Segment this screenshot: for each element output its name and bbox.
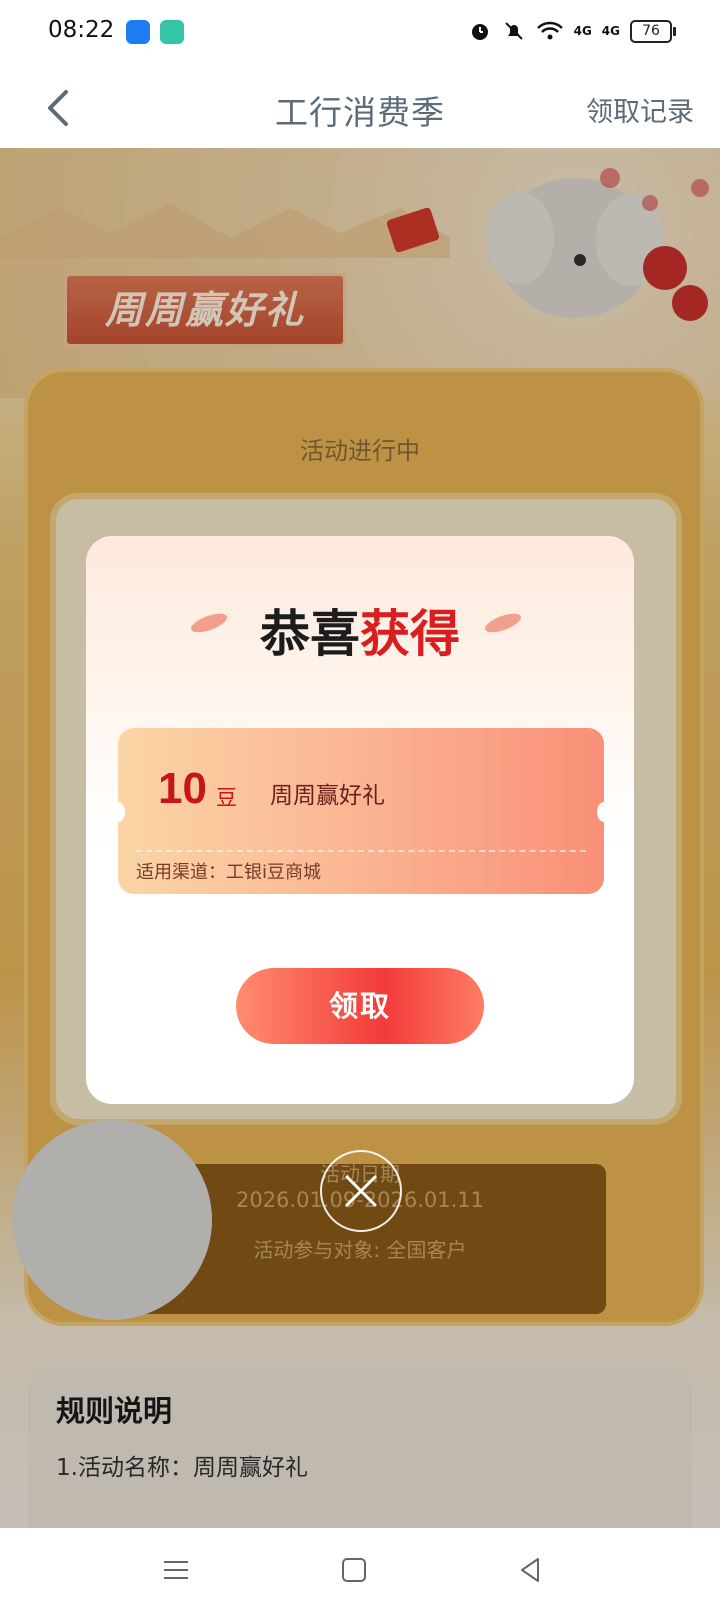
status-time: 08:22 [48, 17, 115, 43]
coupon-divider [136, 850, 586, 852]
modal-title-part2: 获得 [360, 605, 460, 663]
battery-icon: 76 [630, 19, 676, 43]
coupon-card: 10 豆 周周赢好礼 适用渠道：工银i豆商城 [111, 728, 611, 894]
mute-icon [504, 22, 523, 40]
claim-button[interactable]: 领取 [236, 968, 484, 1044]
system-nav-bar [0, 1528, 720, 1612]
wifi-icon [536, 21, 563, 40]
signal-4g-a: 4G [573, 24, 592, 38]
back-triangle-icon[interactable] [514, 1554, 546, 1586]
close-icon [345, 1175, 377, 1207]
reward-modal: 恭喜获得 10 豆 周周赢好礼 适用渠道：工银i豆商城 领取 [86, 536, 634, 1104]
coupon-name: 周周赢好礼 [270, 783, 385, 809]
home-icon[interactable] [338, 1554, 370, 1586]
menu-icon[interactable] [160, 1554, 192, 1586]
close-button[interactable] [320, 1150, 402, 1232]
status-icons: 4G 4G 76 [468, 16, 676, 46]
status-bar: 08:22 4G 4G 76 [0, 0, 720, 66]
claim-record-link[interactable]: 领取记录 [586, 90, 694, 129]
modal-title: 恭喜获得 [86, 594, 634, 666]
coupon-unit: 豆 [216, 786, 237, 810]
modal-title-part1: 恭喜 [260, 605, 360, 663]
app-notification-icon-2 [160, 20, 184, 44]
nav-bar: 工行消费季 领取记录 [0, 66, 720, 148]
coupon-notch-left [111, 802, 125, 822]
coupon-amount: 10 [158, 764, 207, 813]
app-notification-icon [126, 20, 150, 44]
signal-4g-b: 4G [601, 24, 620, 38]
coupon-notch-right [597, 802, 611, 822]
coupon-channel: 适用渠道：工银i豆商城 [136, 862, 321, 883]
alarm-icon [471, 24, 488, 40]
